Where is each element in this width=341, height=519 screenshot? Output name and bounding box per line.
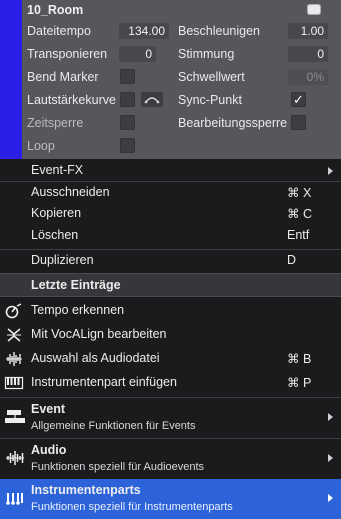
menu-item-label: Event-FX xyxy=(31,163,84,177)
submenu-arrow-icon xyxy=(328,167,333,175)
bend-marker-label: Bend Marker xyxy=(27,70,99,84)
sync-punkt-label: Sync-Punkt xyxy=(178,93,242,107)
zeitsperre-checkbox[interactable] xyxy=(120,115,135,130)
menu-category-audio[interactable]: Audio Funktionen speziell für Audioevent… xyxy=(0,438,341,478)
menu-item-shortcut: ⌘ P xyxy=(287,376,312,390)
audio-waveform-icon xyxy=(6,451,24,465)
loop-label: Loop xyxy=(27,139,55,153)
menu-item-label: Auswahl als Audiodatei xyxy=(31,351,160,365)
menu-item-shortcut: D xyxy=(287,253,297,267)
menu-item-loeschen[interactable]: Löschen Entf xyxy=(0,225,341,247)
dateitempo-label: Dateitempo xyxy=(27,24,91,38)
event-title: 10_Room xyxy=(27,3,84,17)
lautstaerkekurve-checkbox[interactable] xyxy=(120,92,135,107)
menu-item-label: Duplizieren xyxy=(31,253,94,267)
instrument-notes-icon xyxy=(6,493,23,505)
schwellwert-field: 0% xyxy=(288,69,328,85)
schwellwert-label: Schwellwert xyxy=(178,70,245,84)
dateitempo-field[interactable]: 134.00 xyxy=(119,23,169,39)
piano-keys-icon xyxy=(4,376,24,390)
stimmung-field[interactable]: 0 xyxy=(288,46,328,62)
category-title: Instrumentenparts xyxy=(31,483,141,497)
menu-item-shortcut: ⌘ X xyxy=(287,186,312,200)
event-inspector: 10_Room Dateitempo 134.00 Beschleunigen … xyxy=(0,0,341,159)
menu-item-label: Löschen xyxy=(31,228,79,242)
menu-item-shortcut: ⌘ C xyxy=(287,207,312,221)
track-color-stripe xyxy=(0,0,22,159)
menu-item-shortcut: Entf xyxy=(287,228,310,242)
menu-item-tempo-erkennen[interactable]: Tempo erkennen xyxy=(0,300,341,322)
category-title: Event xyxy=(31,402,66,416)
submenu-arrow-icon xyxy=(328,454,333,462)
loop-checkbox[interactable] xyxy=(120,138,135,153)
category-subtitle: Allgemeine Funktionen für Events xyxy=(31,420,196,432)
recent-entries-title: Letzte Einträge xyxy=(31,278,121,292)
curve-icon xyxy=(144,97,160,104)
sync-punkt-checkbox[interactable]: ✓ xyxy=(291,92,306,107)
event-blocks-icon xyxy=(5,410,25,423)
menu-item-kopieren[interactable]: Kopieren ⌘ C xyxy=(0,203,341,225)
menu-category-event[interactable]: Event Allgemeine Funktionen für Events xyxy=(0,397,341,437)
menu-item-duplizieren[interactable]: Duplizieren D xyxy=(0,249,341,271)
tempo-detect-icon xyxy=(5,303,22,319)
category-subtitle: Funktionen speziell für Instrumentenpart… xyxy=(31,501,233,513)
context-menu: Event-FX Ausschneiden ⌘ X Kopieren ⌘ C L… xyxy=(0,159,341,519)
submenu-arrow-icon xyxy=(328,413,333,421)
bearbeitungssperre-checkbox[interactable] xyxy=(291,115,306,130)
menu-item-label: Ausschneiden xyxy=(31,185,110,199)
beschleunigen-label: Beschleunigen xyxy=(178,24,261,38)
menu-item-event-fx[interactable]: Event-FX xyxy=(0,160,341,182)
stimmung-label: Stimmung xyxy=(178,47,235,61)
inspector-toggle[interactable] xyxy=(307,4,321,15)
transponieren-label: Transponieren xyxy=(27,47,108,61)
menu-item-auswahl-als-audiodatei[interactable]: Auswahl als Audiodatei ⌘ B xyxy=(0,348,341,370)
category-subtitle: Funktionen speziell für Audioevents xyxy=(31,461,205,473)
zeitsperre-label: Zeitsperre xyxy=(27,116,84,130)
menu-item-instrumentenpart-einfuegen[interactable]: Instrumentenpart einfügen ⌘ P xyxy=(0,372,341,394)
menu-item-label: Kopieren xyxy=(31,206,82,220)
beschleunigen-field[interactable]: 1.00 xyxy=(288,23,328,39)
menu-item-ausschneiden[interactable]: Ausschneiden ⌘ X xyxy=(0,181,341,203)
menu-item-label: Tempo erkennen xyxy=(31,303,125,317)
menu-category-instrumentenparts[interactable]: Instrumentenparts Funktionen speziell fü… xyxy=(0,479,341,519)
menu-item-vocalign[interactable]: Mit VocALign bearbeiten xyxy=(0,324,341,346)
lautstaerkekurve-label: Lautstärkekurve xyxy=(27,93,116,107)
bend-marker-checkbox[interactable] xyxy=(120,69,135,84)
category-title: Audio xyxy=(31,443,67,457)
vocalign-icon xyxy=(7,328,21,342)
transponieren-field[interactable]: 0 xyxy=(119,46,156,62)
menu-item-label: Instrumentenpart einfügen xyxy=(31,375,177,389)
bearbeitungssperre-label: Bearbeitungssperre xyxy=(178,116,288,130)
volume-curve-button[interactable] xyxy=(141,92,163,107)
menu-item-label: Mit VocALign bearbeiten xyxy=(31,327,167,341)
recent-entries-header: Letzte Einträge xyxy=(0,273,341,297)
menu-item-shortcut: ⌘ B xyxy=(287,352,312,366)
audio-waveform-icon xyxy=(6,352,22,366)
submenu-arrow-icon xyxy=(328,494,333,502)
